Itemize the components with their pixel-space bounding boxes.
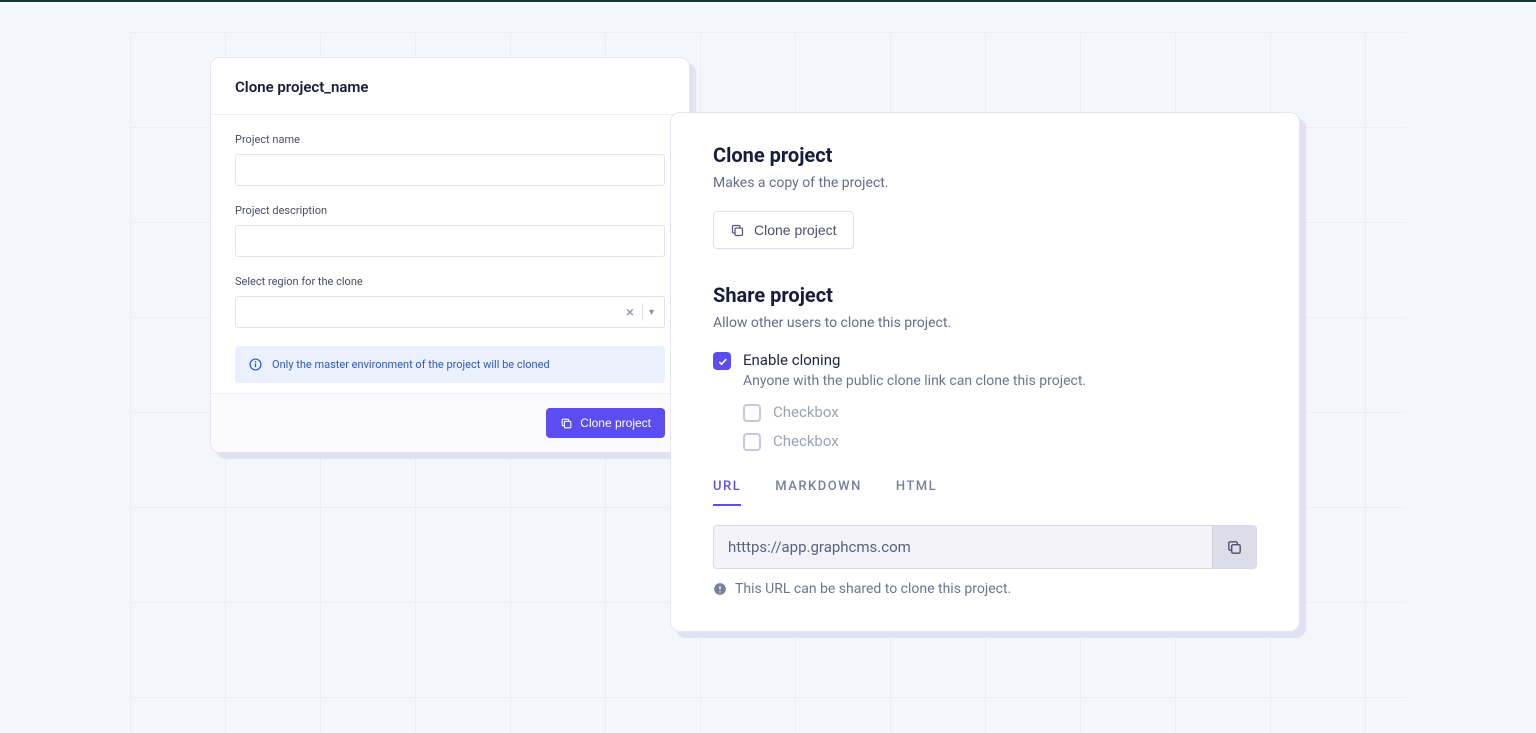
info-banner: Only the master environment of the proje… xyxy=(235,346,665,383)
panel-title: Clone project_name xyxy=(211,58,689,115)
clone-section-sub: Makes a copy of the project. xyxy=(713,175,1257,191)
button-label: Clone project xyxy=(754,222,837,238)
share-url-box: htttps://app.graphcms.com xyxy=(713,525,1257,569)
project-name-input[interactable] xyxy=(235,154,665,186)
project-description-input[interactable] xyxy=(235,225,665,257)
panel-footer: Clone project xyxy=(211,393,689,452)
nested-option-row: Checkbox xyxy=(743,432,1257,451)
nested-checkbox-1[interactable] xyxy=(743,404,761,422)
tab-url[interactable]: URL xyxy=(713,479,741,506)
url-hint-text: This URL can be shared to clone this pro… xyxy=(735,581,1011,597)
nested-option-row: Checkbox xyxy=(743,403,1257,422)
project-description-label: Project description xyxy=(235,204,665,217)
share-format-tabs: URL MARKDOWN HTML xyxy=(713,479,1257,507)
clear-icon[interactable]: × xyxy=(620,303,640,321)
enable-cloning-sub: Anyone with the public clone link can cl… xyxy=(743,373,1086,389)
share-section-title: Share project xyxy=(713,283,1257,307)
clone-project-submit-button[interactable]: Clone project xyxy=(546,408,665,438)
copy-icon xyxy=(730,223,745,238)
copy-url-button[interactable] xyxy=(1212,526,1256,568)
region-select[interactable]: × ▾ xyxy=(235,296,665,328)
share-url-text[interactable]: htttps://app.graphcms.com xyxy=(714,526,1212,568)
url-hint-row: This URL can be shared to clone this pro… xyxy=(713,581,1257,597)
clone-project-form-panel: Clone project_name Project name Project … xyxy=(210,57,690,453)
enable-cloning-label: Enable cloning xyxy=(743,351,1086,369)
project-name-label: Project name xyxy=(235,133,665,146)
tab-html[interactable]: HTML xyxy=(896,479,937,506)
nested-checkbox-1-label: Checkbox xyxy=(773,403,839,421)
check-icon xyxy=(717,356,728,367)
info-icon xyxy=(249,358,262,371)
enable-cloning-checkbox[interactable] xyxy=(713,352,731,370)
nested-checkbox-2[interactable] xyxy=(743,433,761,451)
region-label: Select region for the clone xyxy=(235,275,665,288)
copy-icon xyxy=(560,417,573,430)
nested-checkbox-2-label: Checkbox xyxy=(773,432,839,450)
share-section-sub: Allow other users to clone this project. xyxy=(713,315,1257,331)
enable-cloning-row: Enable cloning Anyone with the public cl… xyxy=(713,351,1257,389)
select-divider xyxy=(642,303,643,321)
clone-share-settings-panel: Clone project Makes a copy of the projec… xyxy=(670,112,1300,632)
copy-icon xyxy=(1226,539,1243,556)
clone-section-title: Clone project xyxy=(713,143,1257,167)
alert-icon xyxy=(713,582,727,596)
button-label: Clone project xyxy=(580,416,651,430)
clone-project-button[interactable]: Clone project xyxy=(713,211,854,249)
tab-markdown[interactable]: MARKDOWN xyxy=(775,479,862,506)
info-text: Only the master environment of the proje… xyxy=(272,358,550,371)
chevron-down-icon[interactable]: ▾ xyxy=(645,307,658,318)
